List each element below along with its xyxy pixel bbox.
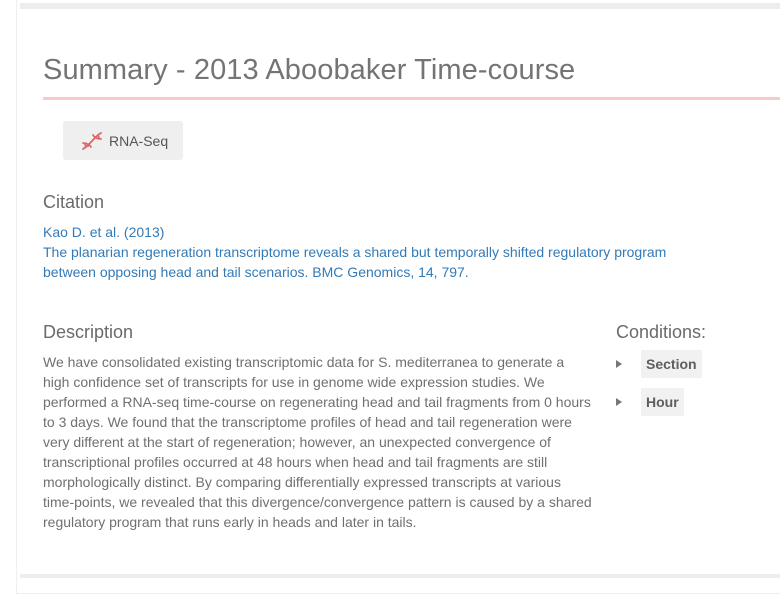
description-heading: Description <box>43 322 134 342</box>
rnaseq-tag[interactable]: RNA-Seq <box>63 121 183 160</box>
description-text: We have consolidated existing transcript… <box>43 354 592 530</box>
conditions-heading: Conditions: <box>616 322 707 342</box>
citation-authors-link[interactable]: Kao D. et al. (2013) <box>43 222 723 242</box>
expand-triangle-icon <box>616 360 622 368</box>
citation-reference-link[interactable]: The planarian regeneration transcriptome… <box>43 242 723 282</box>
condition-hour[interactable]: Hour <box>616 388 684 416</box>
page-title: Summary - 2013 Aboobaker Time-course <box>43 54 576 86</box>
condition-section[interactable]: Section <box>616 350 702 378</box>
expand-triangle-icon <box>616 398 622 406</box>
dna-icon <box>79 129 105 153</box>
title-underline <box>43 97 780 100</box>
citation-block: Kao D. et al. (2013) The planarian regen… <box>43 222 723 282</box>
rnaseq-label: RNA-Seq <box>109 132 169 149</box>
condition-label: Hour <box>641 388 684 416</box>
condition-label: Section <box>641 350 702 378</box>
citation-heading: Citation <box>43 192 105 212</box>
